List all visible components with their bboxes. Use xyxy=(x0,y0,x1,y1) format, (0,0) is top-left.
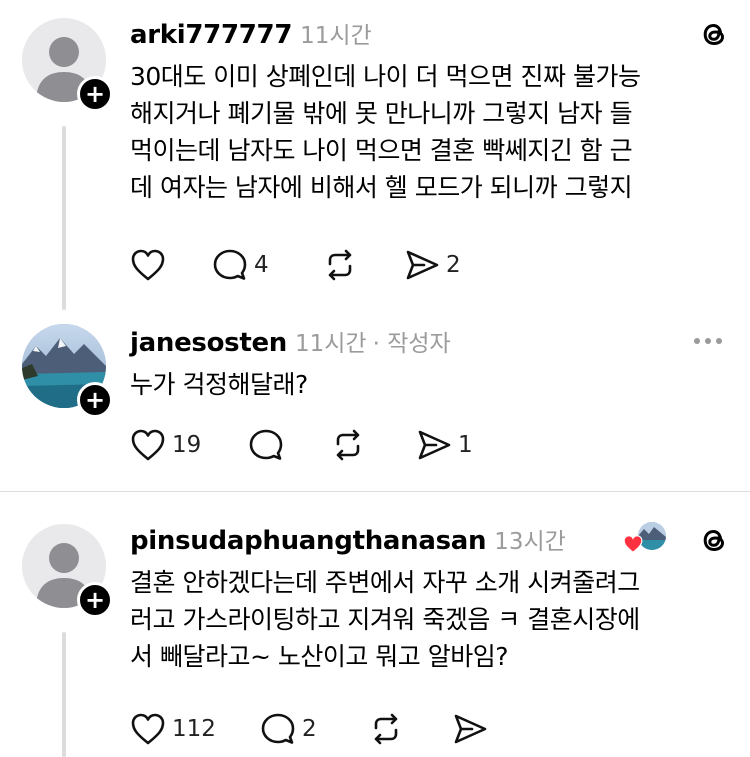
heart-icon xyxy=(131,713,165,745)
reply-button[interactable]: 2 xyxy=(260,712,368,746)
reply-button[interactable] xyxy=(248,428,330,462)
like-button[interactable] xyxy=(130,248,212,282)
reply-bubble-icon xyxy=(261,713,295,744)
thread-reply: + janesosten 11시간 · 작성자 누가 걱정해달래? 19 1 xyxy=(0,310,750,492)
username[interactable]: arki777777 xyxy=(130,20,292,50)
repost-button[interactable] xyxy=(322,248,404,282)
author-tag: · 작성자 xyxy=(372,331,451,357)
reply-count: 4 xyxy=(254,252,269,278)
action-bar: 112 2 xyxy=(130,712,488,746)
post-line: 결혼 안하겠다는데 주변에서 자꾸 소개 시켜줄려그 xyxy=(130,568,640,597)
post-body: 30대도 이미 상폐인데 나이 더 먹으면 진짜 불가능 해지거나 폐기물 밖에… xyxy=(130,58,730,206)
thread-post: + arki777777 11시간 30대도 이미 상폐인데 나이 더 먹으면 … xyxy=(0,0,750,310)
post-body: 결혼 안하겠다는데 주변에서 자꾸 소개 시켜줄려그 러고 가스라이팅하고 지겨… xyxy=(130,564,730,675)
more-options-icon[interactable] xyxy=(694,338,722,344)
share-button[interactable]: 2 xyxy=(404,248,461,282)
like-button[interactable]: 112 xyxy=(130,712,260,746)
follow-plus-icon[interactable]: + xyxy=(77,76,113,112)
post-line: 해지거나 폐기물 밖에 못 만나니까 그렇지 남자 들 xyxy=(130,99,633,128)
share-send-icon xyxy=(454,714,487,744)
threads-logo-icon[interactable] xyxy=(698,18,730,54)
like-count: 112 xyxy=(172,716,216,742)
repost-icon xyxy=(374,713,398,745)
threads-logo-icon[interactable] xyxy=(698,524,730,560)
action-bar: 19 1 xyxy=(130,428,473,462)
share-send-icon xyxy=(406,250,439,280)
post-line: 러고 가스라이팅하고 지겨워 죽겠음 ㅋ 결혼시장에 xyxy=(130,605,640,634)
repost-button[interactable] xyxy=(330,428,416,462)
share-count: 1 xyxy=(458,432,473,458)
share-count: 2 xyxy=(446,252,461,278)
follow-plus-icon[interactable]: + xyxy=(77,582,113,618)
reply-button[interactable]: 4 xyxy=(212,248,322,282)
username[interactable]: pinsudaphuangthanasan xyxy=(130,526,487,556)
repost-button[interactable] xyxy=(368,712,452,746)
like-button[interactable]: 19 xyxy=(130,428,248,462)
post-line: 30대도 이미 상폐인데 나이 더 먹으면 진짜 불가능 xyxy=(130,62,641,91)
heart-icon xyxy=(623,535,643,553)
post-line: 데 여자는 남자에 비해서 헬 모드가 되니까 그렇지 xyxy=(130,173,633,202)
username[interactable]: janesosten xyxy=(130,328,287,358)
repost-icon xyxy=(328,249,352,281)
reply-bubble-icon xyxy=(213,249,247,280)
timestamp: 13시간 xyxy=(494,529,566,555)
reply-count: 2 xyxy=(302,716,317,742)
follow-plus-icon[interactable]: + xyxy=(77,382,113,418)
timestamp: 11시간 xyxy=(295,331,367,357)
thread-connector-line xyxy=(62,632,66,757)
action-bar: 4 2 xyxy=(130,248,461,282)
thread-post: + pinsudaphuangthanasan 13시간 결혼 안하겠다는데 주… xyxy=(0,492,750,757)
post-line: 서 빼달라고~ 노산이고 뭐고 알바임? xyxy=(130,642,509,671)
post-line: 먹이는데 남자도 나이 먹으면 결혼 빡쎄지긴 함 근 xyxy=(130,136,633,165)
share-send-icon xyxy=(418,430,451,460)
heart-icon xyxy=(131,249,165,281)
share-button[interactable]: 1 xyxy=(416,428,473,462)
repost-icon xyxy=(336,429,360,461)
post-line: 누가 걱정해달래? xyxy=(130,370,308,399)
post-body: 누가 걱정해달래? xyxy=(130,366,730,403)
liked-by-author-indicator xyxy=(622,522,668,556)
reply-bubble-icon xyxy=(249,429,283,460)
heart-icon xyxy=(131,429,165,461)
timestamp: 11시간 xyxy=(300,23,372,49)
thread-connector-line xyxy=(62,126,66,310)
like-count: 19 xyxy=(172,432,202,458)
share-button[interactable] xyxy=(452,712,488,746)
